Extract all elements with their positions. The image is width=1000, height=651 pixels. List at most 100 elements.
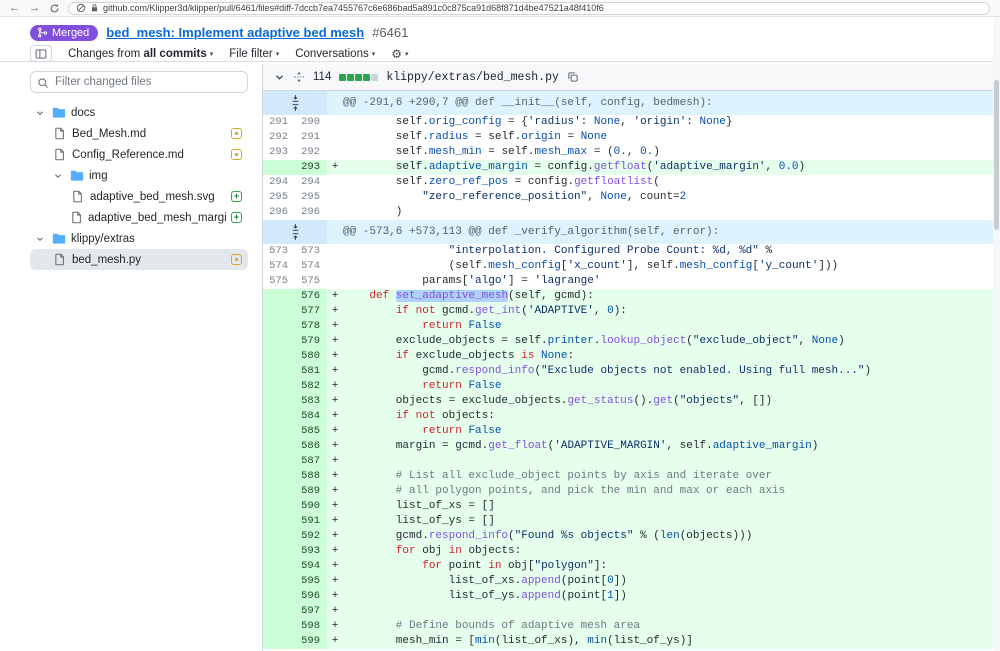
old-line-number[interactable]	[263, 289, 295, 304]
old-line-number[interactable]	[263, 574, 295, 589]
diff-marker: +	[327, 364, 343, 379]
old-line-number[interactable]	[263, 424, 295, 439]
old-line-number[interactable]	[263, 319, 295, 334]
tree-file-Bed_Mesh.md[interactable]: Bed_Mesh.md	[30, 123, 248, 144]
old-line-number[interactable]	[263, 619, 295, 634]
new-line-number[interactable]: 584	[295, 409, 327, 424]
new-line-number[interactable]: 575	[295, 274, 327, 289]
toggle-file-tree-button[interactable]	[30, 45, 52, 62]
new-line-number[interactable]: 581	[295, 364, 327, 379]
new-line-number[interactable]: 573	[295, 244, 327, 259]
new-line-number[interactable]: 293	[295, 160, 327, 175]
tree-file-adaptive_bed_mesh.svg[interactable]: adaptive_bed_mesh.svg+	[30, 186, 248, 207]
old-line-number[interactable]: 293	[263, 145, 295, 160]
new-line-number[interactable]: 595	[295, 574, 327, 589]
old-line-number[interactable]	[263, 409, 295, 424]
new-line-number[interactable]: 592	[295, 529, 327, 544]
new-line-number[interactable]: 587	[295, 454, 327, 469]
diff-panel: 114 klippy/extras/bed_mesh.py @@ -291,6 …	[262, 64, 1000, 651]
old-line-number[interactable]: 574	[263, 259, 295, 274]
old-line-number[interactable]: 575	[263, 274, 295, 289]
new-line-number[interactable]: 588	[295, 469, 327, 484]
diff-settings-dropdown[interactable]: ⚙▾	[391, 48, 408, 60]
old-line-number[interactable]	[263, 394, 295, 409]
pr-title-link[interactable]: bed_mesh: Implement adaptive bed mesh	[106, 25, 364, 40]
tree-folder-img[interactable]: img	[30, 165, 248, 186]
filter-changed-files-input[interactable]	[30, 71, 248, 93]
tree-file-bed_mesh.py[interactable]: bed_mesh.py	[30, 249, 248, 270]
file-tree-sidebar: docsBed_Mesh.mdConfig_Reference.mdimgada…	[0, 64, 260, 651]
conversations-dropdown[interactable]: Conversations▾	[295, 48, 375, 60]
new-line-number[interactable]: 576	[295, 289, 327, 304]
old-line-number[interactable]	[263, 604, 295, 619]
old-line-number[interactable]	[263, 334, 295, 349]
old-line-number[interactable]: 294	[263, 175, 295, 190]
new-line-number[interactable]: 294	[295, 175, 327, 190]
back-icon[interactable]: ←	[8, 3, 21, 14]
new-line-number[interactable]: 598	[295, 619, 327, 634]
address-bar[interactable]: github.com/Klipper3d/klipper/pull/6461/f…	[68, 2, 990, 15]
tree-folder-klippy/extras[interactable]: klippy/extras	[30, 228, 248, 249]
old-line-number[interactable]	[263, 364, 295, 379]
new-line-number[interactable]: 591	[295, 514, 327, 529]
old-line-number[interactable]	[263, 514, 295, 529]
diff-row-added: 578+ return False	[263, 319, 1000, 334]
expand-hunk-button[interactable]	[263, 91, 327, 115]
old-line-number[interactable]	[263, 499, 295, 514]
new-line-number[interactable]: 296	[295, 205, 327, 220]
new-line-number[interactable]: 295	[295, 190, 327, 205]
new-line-number[interactable]: 292	[295, 145, 327, 160]
old-line-number[interactable]	[263, 559, 295, 574]
old-line-number[interactable]	[263, 529, 295, 544]
new-line-number[interactable]: 597	[295, 604, 327, 619]
file-filter-dropdown[interactable]: File filter▾	[229, 48, 279, 60]
old-line-number[interactable]	[263, 160, 295, 175]
scrollbar-thumb[interactable]	[994, 80, 999, 230]
shield-icon[interactable]	[76, 3, 86, 13]
code-line: return False	[343, 319, 1000, 334]
old-line-number[interactable]	[263, 439, 295, 454]
tree-folder-docs[interactable]: docs	[30, 102, 248, 123]
new-line-number[interactable]: 599	[295, 634, 327, 649]
new-line-number[interactable]: 596	[295, 589, 327, 604]
old-line-number[interactable]	[263, 454, 295, 469]
old-line-number[interactable]	[263, 304, 295, 319]
old-line-number[interactable]	[263, 589, 295, 604]
new-line-number[interactable]: 594	[295, 559, 327, 574]
new-line-number[interactable]: 577	[295, 304, 327, 319]
old-line-number[interactable]: 292	[263, 130, 295, 145]
old-line-number[interactable]: 573	[263, 244, 295, 259]
expand-all-icon[interactable]	[293, 71, 305, 83]
new-line-number[interactable]: 291	[295, 130, 327, 145]
copy-path-icon[interactable]	[567, 71, 579, 83]
old-line-number[interactable]: 295	[263, 190, 295, 205]
new-line-number[interactable]: 585	[295, 424, 327, 439]
new-line-number[interactable]: 582	[295, 379, 327, 394]
new-line-number[interactable]: 590	[295, 499, 327, 514]
new-line-number[interactable]: 574	[295, 259, 327, 274]
expand-hunk-button[interactable]	[263, 220, 327, 244]
new-line-number[interactable]: 578	[295, 319, 327, 334]
refresh-icon[interactable]	[48, 3, 61, 14]
old-line-number[interactable]	[263, 379, 295, 394]
new-line-number[interactable]: 579	[295, 334, 327, 349]
tree-file-adaptive_bed_mesh_margin.s...[interactable]: adaptive_bed_mesh_margin.s...+	[30, 207, 248, 228]
old-line-number[interactable]	[263, 634, 295, 649]
old-line-number[interactable]	[263, 544, 295, 559]
page-scrollbar[interactable]	[993, 18, 1000, 651]
tree-file-Config_Reference.md[interactable]: Config_Reference.md	[30, 144, 248, 165]
new-line-number[interactable]: 586	[295, 439, 327, 454]
old-line-number[interactable]: 296	[263, 205, 295, 220]
old-line-number[interactable]: 291	[263, 115, 295, 130]
old-line-number[interactable]	[263, 349, 295, 364]
new-line-number[interactable]: 580	[295, 349, 327, 364]
new-line-number[interactable]: 290	[295, 115, 327, 130]
new-line-number[interactable]: 583	[295, 394, 327, 409]
old-line-number[interactable]	[263, 484, 295, 499]
old-line-number[interactable]	[263, 469, 295, 484]
collapse-file-chevron-icon[interactable]	[274, 72, 285, 83]
new-line-number[interactable]: 589	[295, 484, 327, 499]
changes-from-dropdown[interactable]: Changes from all commits▾	[68, 48, 213, 60]
new-line-number[interactable]: 593	[295, 544, 327, 559]
forward-icon[interactable]: →	[28, 3, 41, 14]
